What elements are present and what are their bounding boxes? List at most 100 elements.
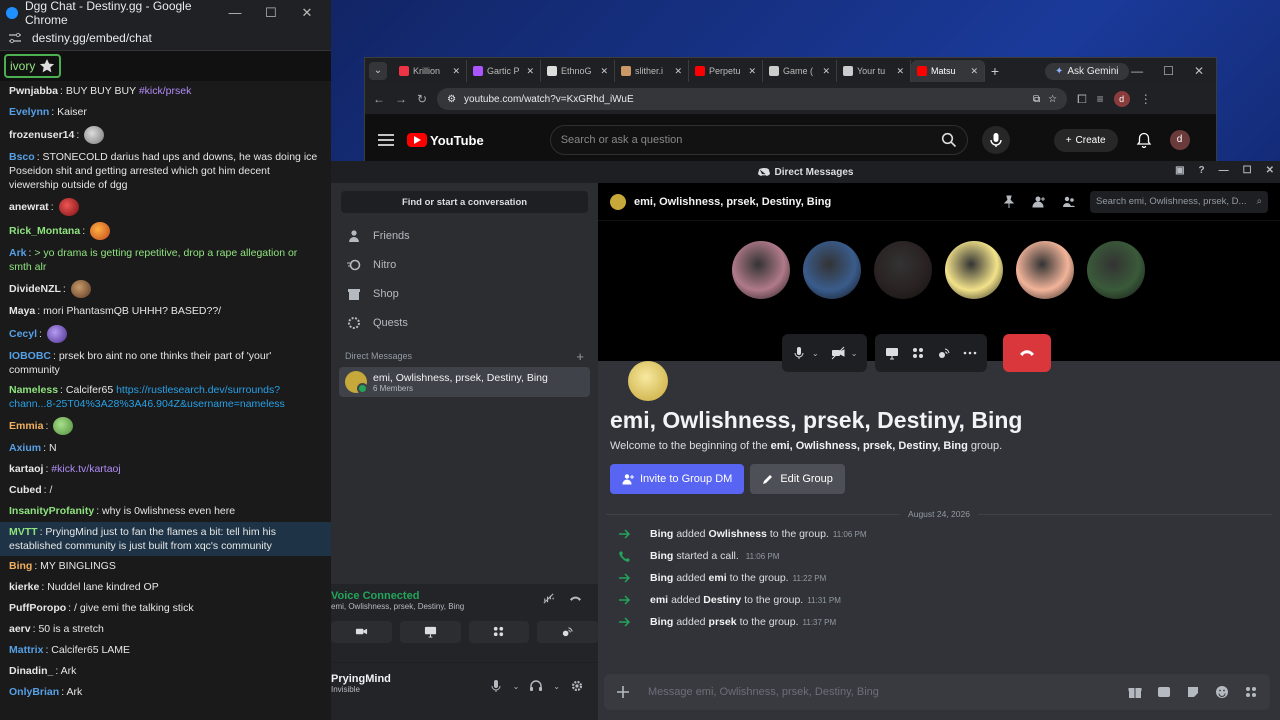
chat-username[interactable]: frozenuser14 (9, 129, 74, 141)
dm-group-entry[interactable]: emi, Owlishness, prsek, Destiny, Bing 6 … (339, 367, 590, 397)
nav-nitro[interactable]: Nitro (331, 250, 598, 279)
reload-icon[interactable]: ↻ (417, 92, 427, 106)
attach-plus-icon[interactable] (616, 685, 630, 699)
chat-username[interactable]: Nameless (9, 384, 58, 396)
dm-search-input[interactable]: Search emi, Owlishness, prsek, D... ⌕ (1090, 190, 1268, 213)
minimize-icon[interactable]: — (1219, 165, 1229, 176)
chat-username[interactable]: Rick_Montana (9, 225, 80, 237)
browser-tab[interactable]: Your tu ✕ (837, 60, 911, 82)
create-button[interactable]: + Create (1053, 128, 1118, 152)
invite-to-group-button[interactable]: Invite to Group DM (610, 464, 745, 494)
edit-group-button[interactable]: Edit Group (750, 464, 845, 494)
help-icon[interactable]: ? (1199, 165, 1205, 176)
event-actor[interactable]: Bing (650, 572, 673, 584)
tab-close-icon[interactable]: ✕ (822, 66, 830, 77)
youtube-search-input[interactable]: Search or ask a question (549, 125, 968, 155)
message-composer[interactable]: Message emi, Owlishness, prsek, Destiny,… (604, 674, 1270, 710)
camera-button[interactable] (331, 621, 392, 643)
event-target[interactable]: emi (709, 572, 727, 584)
chat-username[interactable]: Mattrix (9, 644, 43, 656)
microphone-icon[interactable] (489, 679, 503, 693)
omnibox[interactable]: ⚙ youtube.com/watch?v=KxGRhd_iWuE ⧉ ☆ (437, 88, 1068, 110)
chat-username[interactable]: kierke (9, 581, 39, 593)
flair-badge[interactable]: ivory (4, 54, 62, 78)
man-avatar[interactable] (803, 241, 861, 299)
chat-username[interactable]: Cecyl (9, 328, 37, 340)
chat-username[interactable]: Dinadin_ (9, 665, 53, 677)
tab-search-dropdown[interactable]: ⌄ (369, 62, 387, 80)
more-options-icon[interactable] (963, 346, 977, 360)
browser-tab[interactable]: slither.i ✕ (615, 60, 689, 82)
browser-tab[interactable]: Krillion ✕ (393, 60, 467, 82)
screenshare-button[interactable] (399, 621, 461, 643)
back-icon[interactable]: ← (373, 92, 385, 106)
chat-username[interactable]: Evelynn (9, 106, 49, 118)
browser-tab[interactable]: Gartic P ✕ (467, 60, 541, 82)
event-target[interactable]: prsek (709, 616, 737, 628)
activities-icon[interactable] (911, 346, 925, 360)
gift-icon[interactable] (1128, 685, 1142, 699)
youtube-avatar[interactable]: d (1169, 130, 1190, 150)
find-conversation-button[interactable]: Find or start a conversation (341, 191, 588, 213)
noise-suppression-icon[interactable] (542, 592, 555, 605)
disconnect-icon[interactable] (569, 592, 582, 605)
chat-username[interactable]: InsanityProfanity (9, 505, 94, 517)
activities-button[interactable] (468, 621, 530, 643)
nav-quests[interactable]: Quests (331, 308, 598, 337)
close-icon[interactable]: ✕ (289, 5, 325, 21)
chat-username[interactable]: Maya (9, 305, 35, 317)
chat-username[interactable]: Cubed (9, 484, 42, 496)
chat-username[interactable]: OnlyBrian (9, 686, 59, 698)
audio-options-chevron-icon[interactable]: ⌄ (553, 682, 560, 691)
microphone-icon[interactable] (792, 346, 806, 360)
chat-username[interactable]: aerv (9, 623, 31, 635)
pin-icon[interactable] (1002, 195, 1016, 209)
install-icon[interactable]: ⧉ (1033, 94, 1040, 105)
extensions-icon[interactable]: ⧠ (1077, 92, 1087, 107)
browser-tab[interactable]: Matsu ✕ (911, 60, 985, 82)
tab-close-icon[interactable]: ✕ (970, 66, 978, 77)
youtube-logo[interactable]: YouTube (407, 133, 484, 148)
chat-username[interactable]: kartaoj (9, 463, 43, 475)
gif-icon[interactable] (1157, 685, 1171, 699)
camera-off-icon[interactable] (831, 346, 845, 360)
create-dm-plus-icon[interactable]: + (576, 349, 584, 364)
site-info-icon[interactable]: ⚙ (447, 94, 456, 105)
emoji-icon[interactable] (1215, 685, 1229, 699)
cat-cartoon-avatar[interactable] (1016, 241, 1074, 299)
sticker-icon[interactable] (1186, 685, 1200, 699)
maximize-icon[interactable]: ☐ (1243, 165, 1252, 176)
event-target[interactable]: Owlishness (709, 528, 767, 540)
chat-username[interactable]: Bsco (9, 151, 35, 163)
chat-username[interactable]: Pwnjabba (9, 85, 58, 97)
event-actor[interactable]: Bing (650, 550, 673, 562)
minimize-icon[interactable]: — (1131, 64, 1143, 78)
chat-username[interactable]: MVTT (9, 526, 38, 538)
tab-close-icon[interactable]: ✕ (748, 66, 756, 77)
nav-shop[interactable]: Shop (331, 279, 598, 308)
tab-close-icon[interactable]: ✕ (526, 66, 534, 77)
cat-avatar[interactable] (874, 241, 932, 299)
zombie-avatar[interactable] (1087, 241, 1145, 299)
maximize-icon[interactable]: ☐ (1163, 64, 1174, 78)
bookmark-star-icon[interactable]: ☆ (1048, 94, 1057, 105)
tab-close-icon[interactable]: ✕ (674, 66, 682, 77)
search-icon[interactable] (941, 132, 957, 148)
fish-avatar[interactable] (732, 241, 790, 299)
site-settings-icon[interactable] (8, 32, 22, 44)
chat-username[interactable]: IOBOBC (9, 350, 51, 362)
event-actor[interactable]: Bing (650, 616, 673, 628)
apps-icon[interactable] (1244, 685, 1258, 699)
event-actor[interactable]: Bing (650, 528, 673, 540)
browser-tab[interactable]: Game (✕ (763, 60, 837, 82)
chat-username[interactable]: anewrat (9, 201, 49, 213)
soundboard-button[interactable] (537, 621, 598, 643)
tab-close-icon[interactable]: ✕ (452, 66, 460, 77)
chat-username[interactable]: DivideNZL (9, 283, 61, 295)
camera-chevron-icon[interactable]: ⌄ (851, 349, 858, 358)
owl-avatar[interactable] (945, 241, 1003, 299)
forward-icon[interactable]: → (395, 92, 407, 106)
close-icon[interactable]: ✕ (1266, 165, 1274, 176)
media-icon[interactable]: ≡ (1097, 92, 1104, 106)
browser-tab[interactable]: Perpetu ✕ (689, 60, 763, 82)
